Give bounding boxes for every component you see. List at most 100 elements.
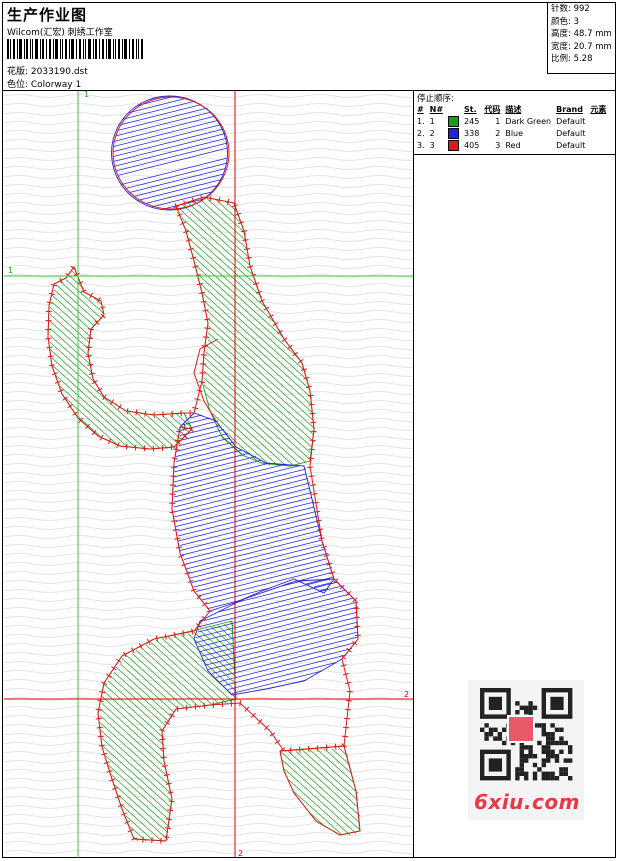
qr-module — [515, 771, 520, 776]
qr-module — [532, 771, 538, 776]
qr-module — [546, 736, 551, 741]
stop-sequence-title: 停止顺序: — [417, 94, 454, 104]
qr-module — [546, 745, 551, 750]
guide-label-h2: 2 — [404, 690, 409, 699]
row-description: Red — [505, 140, 521, 150]
qr-module — [541, 771, 546, 776]
col-header-index: # — [417, 105, 424, 114]
tick-mark — [310, 430, 317, 433]
row-number: 2 — [429, 128, 435, 138]
table-row: 1. 1 245 1 Dark Green Default — [415, 115, 609, 127]
col-header-color — [446, 104, 462, 115]
tick-mark — [95, 717, 102, 720]
design-width: 宽度: 20.7 mm — [551, 41, 612, 52]
qr-module — [541, 723, 546, 728]
qr-module — [546, 732, 551, 737]
qr-module — [568, 776, 573, 781]
qr-module — [550, 732, 555, 737]
table-row: 3. 3 405 3 Red Default — [415, 139, 609, 151]
row-element — [588, 139, 609, 151]
qr-module — [546, 758, 551, 763]
row-stitches: 405 — [464, 140, 480, 150]
col-header-code: 代码 — [484, 105, 501, 114]
col-header-element: 元素 — [590, 105, 607, 114]
qr-module — [559, 740, 564, 746]
qr-module — [519, 758, 524, 763]
tick-mark — [203, 702, 206, 709]
qr-module — [541, 727, 546, 732]
tick-mark — [185, 704, 188, 711]
qr-module — [532, 762, 538, 768]
row-stitches: 338 — [464, 128, 480, 138]
qr-module — [524, 705, 529, 710]
row-element — [588, 115, 609, 127]
watermark-text: 6xiu.com — [474, 790, 580, 814]
qr-module — [546, 749, 551, 754]
stitch-count: 针数: 992 — [551, 4, 590, 14]
table-row: 2. 2 338 2 Blue Default — [415, 127, 609, 139]
qr-module — [541, 758, 546, 763]
qr-module — [546, 754, 551, 759]
row-code: 2 — [495, 128, 501, 138]
qr-module — [532, 705, 538, 710]
tick-mark — [176, 705, 179, 712]
qr-module — [559, 767, 564, 772]
row-stitches: 245 — [464, 116, 480, 126]
qr-module — [519, 767, 524, 772]
tick-mark — [143, 445, 146, 452]
qr-module — [480, 727, 485, 732]
qr-module — [550, 723, 555, 728]
qr-module — [519, 754, 524, 759]
tick-mark — [97, 735, 104, 738]
design-file-name: 花版: 2033190.dst — [7, 67, 88, 77]
tick-mark — [307, 394, 314, 397]
qr-finder — [488, 696, 502, 710]
qr-module — [559, 727, 564, 732]
guide-label-v1: 1 — [84, 91, 89, 99]
qr-module — [493, 736, 498, 741]
tick-mark — [310, 421, 317, 424]
tick-mark — [194, 703, 197, 710]
tick-mark — [308, 403, 315, 406]
qr-module — [528, 754, 533, 759]
barcode-icon — [7, 39, 143, 59]
qr-module — [554, 727, 560, 732]
row-description: Dark Green — [505, 116, 552, 126]
qr-module — [484, 723, 489, 728]
qr-module — [541, 749, 546, 754]
qr-module — [559, 736, 564, 741]
color-swatch-cell — [446, 139, 462, 151]
qr-module — [546, 740, 551, 746]
tick-mark — [345, 699, 352, 702]
qr-module — [554, 758, 560, 763]
design-height: 高度: 48.7 mm — [551, 29, 612, 39]
color-swatch-cell — [446, 127, 462, 139]
qr-module — [515, 701, 520, 706]
qr-module — [519, 762, 524, 768]
row-index: 2. — [417, 128, 425, 138]
guide-label-v2: 2 — [238, 849, 243, 858]
qr-module — [519, 749, 524, 754]
qr-module — [550, 749, 555, 754]
qr-module — [554, 776, 560, 781]
page-title: 生产作业图 — [7, 6, 88, 24]
qr-module — [568, 749, 573, 754]
qr-module — [497, 736, 502, 741]
color-swatch — [448, 139, 460, 151]
qr-module — [563, 767, 568, 772]
qr-module — [532, 754, 538, 759]
qr-module — [519, 705, 524, 710]
qr-module — [488, 727, 494, 732]
qr-module — [524, 710, 529, 715]
color-sequence-table: # N# St. 代码 描述 Brand 元素 1. 1 245 1 Dark … — [415, 104, 609, 151]
qr-module — [488, 732, 494, 737]
tick-mark — [307, 457, 314, 460]
qr-module — [563, 740, 568, 746]
qr-module — [524, 758, 529, 763]
tick-mark — [125, 443, 128, 450]
qr-module — [519, 745, 524, 750]
row-description: Blue — [505, 128, 524, 138]
qr-module — [563, 771, 568, 776]
qr-module — [550, 771, 555, 776]
qr-module — [502, 740, 507, 746]
